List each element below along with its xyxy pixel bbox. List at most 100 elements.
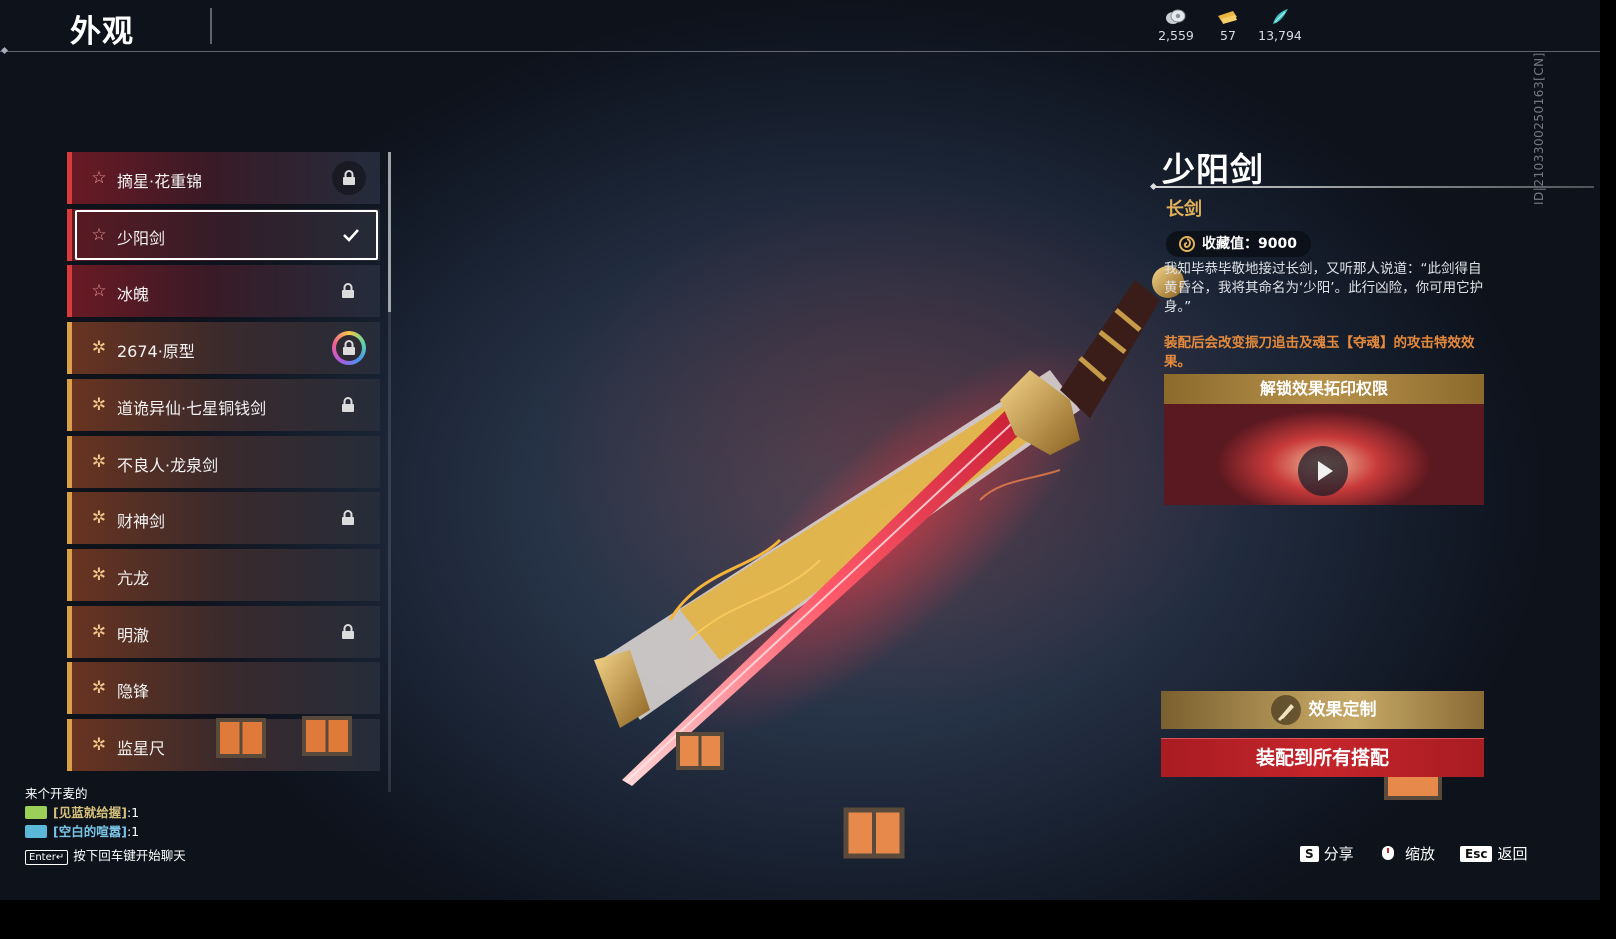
- currency-tickets: 57: [1198, 8, 1258, 43]
- lock-icon: [342, 283, 354, 298]
- effect-preview-video[interactable]: [1164, 404, 1484, 505]
- customize-effect-button[interactable]: 效果定制: [1161, 691, 1484, 729]
- check-icon: [343, 229, 359, 242]
- star-icon: ☆: [91, 225, 107, 245]
- chat-player-name[interactable]: [空白的喧嚣]: [53, 824, 127, 839]
- lantern-decoration: [676, 732, 724, 770]
- skin-list-item-label: 2674·原型: [117, 342, 195, 361]
- collection-value-badge: 收藏值：9000: [1166, 231, 1311, 257]
- page-title: 外观: [70, 14, 134, 50]
- sparkle-icon: ✲: [91, 395, 107, 415]
- skin-list-item[interactable]: ☆ 冰魄: [67, 265, 380, 317]
- name-divider: [1154, 186, 1594, 188]
- rarity-bar: [67, 265, 72, 317]
- zoom-label: 缩放: [1405, 845, 1436, 863]
- skin-list-item-label: 亢龙: [117, 569, 150, 588]
- star-icon: ☆: [91, 168, 107, 188]
- lantern-decoration: [216, 718, 266, 758]
- skin-list-item-label: 明澈: [117, 626, 150, 645]
- rarity-bar: [67, 209, 72, 261]
- zoom-hint[interactable]: 缩放: [1378, 843, 1435, 864]
- lantern-decoration: [302, 716, 352, 756]
- weapon-type: 长剑: [1166, 199, 1202, 220]
- brush-icon: [1271, 695, 1301, 725]
- skin-list-item-label: 摘星·花重锦: [117, 172, 203, 191]
- weapon-preview[interactable]: [560, 240, 1260, 800]
- skin-list-item-label: 道诡异仙·七星铜钱剑: [117, 399, 267, 418]
- jade-feather-icon: [1267, 8, 1293, 26]
- equip-all-button[interactable]: 装配到所有搭配: [1161, 738, 1484, 777]
- skin-list: ☆ 摘星·花重锦 ☆ 少阳剑 ☆ 冰魄 ✲ 2674·原型 ✲ 道诡异仙·七星铜钱剑 ✲ 不良人·龙泉…: [67, 152, 380, 792]
- skin-list-item[interactable]: ✲ 2674·原型: [67, 322, 380, 374]
- chat-hint-text: 按下回车键开始聊天: [73, 848, 186, 863]
- title-divider: [210, 8, 212, 44]
- rarity-bar: [67, 492, 72, 544]
- chat-badge-icon: [25, 806, 47, 819]
- lock-icon: [343, 340, 355, 355]
- header-divider: [0, 51, 1600, 52]
- esc-key-icon: Esc: [1460, 846, 1493, 862]
- lock-icon: [342, 624, 354, 639]
- lock-icon: [343, 170, 355, 185]
- skin-list-item-label: 冰魄: [117, 285, 150, 304]
- skin-list-item[interactable]: ✲ 道诡异仙·七星铜钱剑: [67, 379, 380, 431]
- chat-player-name[interactable]: [见蓝就给握]: [53, 805, 127, 820]
- rarity-bar: [67, 322, 72, 374]
- chat-message: [见蓝就给握]:1: [25, 803, 139, 822]
- skin-list-item[interactable]: ☆ 少阳剑: [67, 209, 380, 261]
- chat-hint[interactable]: Enter↵ 按下回车键开始聊天: [25, 845, 186, 865]
- currency-coins: 2,559: [1146, 8, 1206, 43]
- chat-message: [空白的喧嚣]:1: [25, 822, 139, 841]
- player-id-vertical: ID|2103300250163[CN]: [1532, 52, 1546, 205]
- star-icon: ☆: [91, 281, 107, 301]
- rarity-bar: [67, 436, 72, 488]
- unlock-effect-panel[interactable]: 解锁效果拓印权限: [1164, 374, 1484, 505]
- back-label: 返回: [1497, 845, 1528, 863]
- collection-swirl-icon: [1179, 236, 1195, 252]
- currency-coins-value: 2,559: [1158, 28, 1194, 43]
- sparkle-icon: ✲: [91, 678, 107, 698]
- rarity-bar: [67, 606, 72, 658]
- rarity-bar: [67, 379, 72, 431]
- rarity-bar: [67, 549, 72, 601]
- share-label: 分享: [1323, 845, 1354, 863]
- weapon-description: 我知毕恭毕敬地接过长剑，又听那人说道：“此剑得自黄昏谷，我将其命名为‘少阳’。此…: [1164, 261, 1484, 315]
- rarity-bar: [67, 719, 72, 771]
- chat-message-text: :1: [126, 805, 140, 820]
- skin-list-item[interactable]: ✲ 财神剑: [67, 492, 380, 544]
- collection-value-text: 收藏值：9000: [1202, 236, 1297, 252]
- skin-list-item[interactable]: ✲ 不良人·龙泉剑: [67, 436, 380, 488]
- lock-icon: [342, 510, 354, 525]
- currency-tickets-value: 57: [1220, 28, 1236, 43]
- chat-message: 来个开麦的: [25, 784, 139, 803]
- currency-jade-value: 13,794: [1258, 28, 1302, 43]
- back-hint[interactable]: Esc 返回: [1460, 843, 1527, 864]
- skin-list-item[interactable]: ☆ 摘星·花重锦: [67, 152, 380, 204]
- skin-list-item-label: 少阳剑: [117, 229, 166, 248]
- currency-jade: 13,794: [1250, 8, 1310, 43]
- skin-list-item[interactable]: ✲ 明澈: [67, 606, 380, 658]
- skin-list-item-label: 财神剑: [117, 512, 166, 531]
- play-icon[interactable]: [1298, 446, 1348, 496]
- divider-dot-left: [0, 46, 9, 55]
- chat-box: 来个开麦的 [见蓝就给握]:1 [空白的喧嚣]:1: [25, 784, 139, 841]
- name-divider-dot: [1149, 182, 1158, 191]
- unlock-effect-title: 解锁效果拓印权限: [1164, 374, 1484, 404]
- rarity-bar: [67, 662, 72, 714]
- skin-list-item-label: 隐锋: [117, 682, 150, 701]
- sparkle-icon: ✲: [91, 508, 107, 528]
- s-key-icon: S: [1300, 846, 1319, 862]
- sparkle-icon: ✲: [91, 735, 107, 755]
- skin-list-item-label: 不良人·龙泉剑: [117, 456, 219, 475]
- chat-message-text: 来个开麦的: [25, 786, 88, 801]
- skin-list-item[interactable]: ✲ 隐锋: [67, 662, 380, 714]
- skin-list-item[interactable]: ✲ 亢龙: [67, 549, 380, 601]
- chat-badge-icon: [25, 825, 47, 838]
- lantern-decoration: [843, 807, 905, 859]
- enter-key-icon: Enter↵: [25, 850, 69, 865]
- effect-note: 装配后会改变振刀追击及魂玉【夺魂】的攻击特效效果。: [1164, 335, 1475, 370]
- share-hint[interactable]: S 分享: [1300, 843, 1354, 864]
- skin-list-item-label: 监星尺: [117, 739, 166, 758]
- list-scrollbar[interactable]: [388, 152, 391, 312]
- lock-icon: [342, 397, 354, 412]
